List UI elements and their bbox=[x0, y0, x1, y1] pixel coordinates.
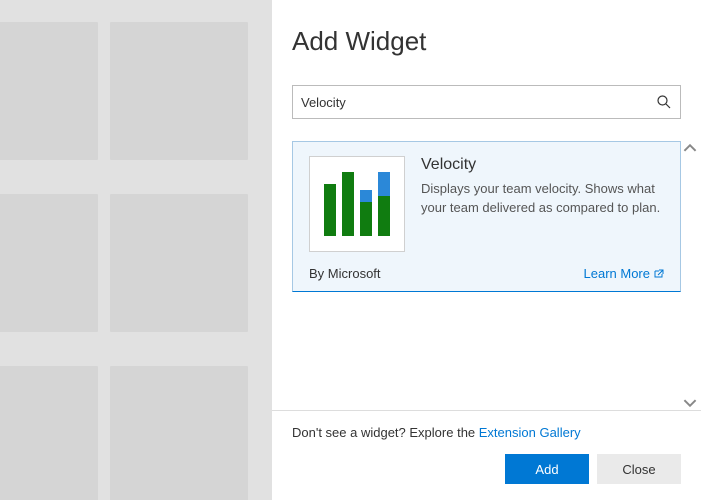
dashboard-tile bbox=[0, 22, 98, 160]
results-list: Velocity Displays your team velocity. Sh… bbox=[292, 141, 681, 410]
scroll-up-icon[interactable] bbox=[683, 141, 697, 155]
add-widget-panel: Add Widget bbox=[272, 0, 701, 500]
velocity-chart-icon bbox=[324, 172, 390, 236]
publisher-prefix: By bbox=[309, 266, 328, 281]
dashboard-tile bbox=[0, 366, 98, 500]
close-button[interactable]: Close bbox=[597, 454, 681, 484]
widget-description: Displays your team velocity. Shows what … bbox=[421, 180, 664, 218]
external-link-icon bbox=[654, 269, 664, 279]
search-input[interactable] bbox=[301, 86, 656, 118]
learn-more-link[interactable]: Learn More bbox=[584, 266, 664, 281]
dashboard-tile bbox=[0, 194, 98, 332]
search-icon bbox=[656, 94, 672, 110]
search-field[interactable] bbox=[292, 85, 681, 119]
scroll-down-icon[interactable] bbox=[683, 396, 697, 410]
widget-publisher: By Microsoft bbox=[309, 266, 381, 281]
scrollbar[interactable] bbox=[683, 141, 699, 410]
widget-thumbnail bbox=[309, 156, 405, 252]
dashboard-tile bbox=[110, 194, 248, 332]
widget-title: Velocity bbox=[421, 156, 664, 174]
dashboard-tile bbox=[110, 366, 248, 500]
panel-footer: Don't see a widget? Explore the Extensio… bbox=[272, 410, 701, 500]
footer-prompt: Don't see a widget? Explore the Extensio… bbox=[292, 425, 681, 440]
publisher-name: Microsoft bbox=[328, 266, 381, 281]
dashboard-tile bbox=[110, 22, 248, 160]
extension-gallery-link[interactable]: Extension Gallery bbox=[479, 425, 581, 440]
learn-more-label: Learn More bbox=[584, 266, 650, 281]
dashboard-grid-background bbox=[0, 0, 272, 500]
widget-result-velocity[interactable]: Velocity Displays your team velocity. Sh… bbox=[292, 141, 681, 292]
panel-title: Add Widget bbox=[292, 26, 681, 57]
add-button[interactable]: Add bbox=[505, 454, 589, 484]
footer-prompt-text: Don't see a widget? Explore the bbox=[292, 425, 479, 440]
